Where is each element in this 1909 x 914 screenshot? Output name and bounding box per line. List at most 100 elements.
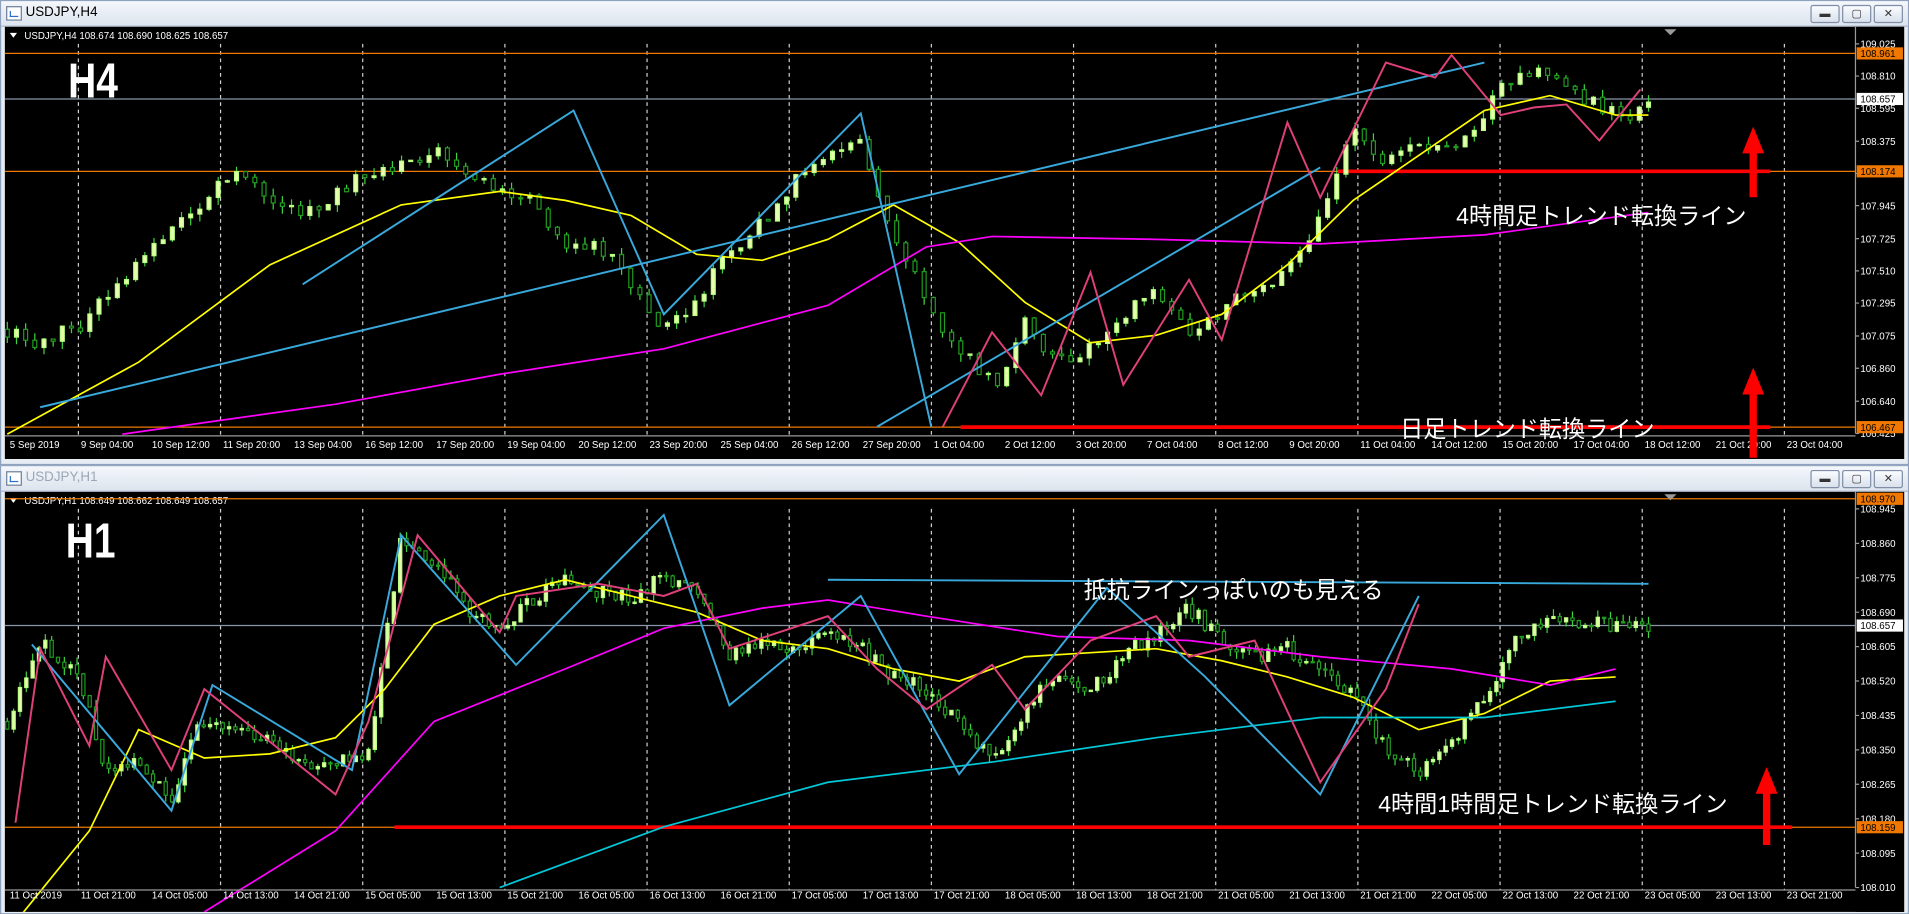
ma-fast-line xyxy=(20,578,1616,914)
candle xyxy=(1444,145,1450,148)
time-tick-label: 18 Oct 21:00 xyxy=(1147,891,1203,902)
candle xyxy=(59,325,65,342)
candle xyxy=(1123,317,1129,324)
time-tick-label: 16 Oct 21:00 xyxy=(721,891,777,902)
price-tick-label: 108.810 xyxy=(1860,72,1896,83)
candle xyxy=(1576,620,1581,629)
candle xyxy=(1499,82,1505,97)
candle xyxy=(822,632,827,635)
candle xyxy=(564,234,570,249)
candle xyxy=(756,218,762,237)
candle xyxy=(993,753,999,756)
candle xyxy=(150,773,156,783)
candle xyxy=(41,338,47,349)
terminal-workspace: USDJPY,H4 ▬ ▢ ✕ USDJPY,H4 108.674 108.69… xyxy=(0,0,1909,914)
candle xyxy=(1202,609,1208,632)
candle xyxy=(17,686,23,712)
annotation-text: 抵抗ラインっぽいのも見える xyxy=(1084,577,1384,603)
candle xyxy=(201,724,206,728)
candle xyxy=(1430,758,1436,763)
candle xyxy=(1132,300,1138,320)
candle xyxy=(353,174,359,193)
candle xyxy=(1572,85,1578,91)
maximize-button[interactable]: ▢ xyxy=(1842,469,1872,489)
candle xyxy=(1354,687,1360,698)
candle xyxy=(1411,757,1417,772)
candle xyxy=(921,271,927,299)
candle xyxy=(1139,639,1144,651)
price-tick-label: 108.375 xyxy=(1860,137,1895,148)
candle xyxy=(1221,630,1227,646)
candle xyxy=(1101,676,1106,684)
candle xyxy=(359,755,365,761)
candle xyxy=(1315,216,1321,242)
candle xyxy=(848,142,854,151)
red-arrow-icon xyxy=(1742,126,1765,198)
candle xyxy=(524,598,530,606)
candle xyxy=(1544,617,1550,628)
candle xyxy=(5,720,10,730)
candle xyxy=(1068,355,1074,363)
candle xyxy=(1177,612,1182,626)
candle xyxy=(68,325,75,329)
close-button[interactable]: ✕ xyxy=(1873,469,1903,489)
candle xyxy=(1063,675,1068,680)
candle xyxy=(1380,153,1386,165)
candle xyxy=(429,559,435,566)
maximize-button[interactable]: ▢ xyxy=(1842,4,1872,24)
candle xyxy=(226,726,232,730)
window-titlebar[interactable]: USDJPY,H1 ▬ ▢ ✕ xyxy=(1,466,1908,492)
close-button[interactable]: ✕ xyxy=(1873,4,1903,24)
candle xyxy=(609,253,615,257)
candle xyxy=(1171,624,1176,630)
candle xyxy=(1260,284,1266,293)
time-tick-label: 18 Oct 13:00 xyxy=(1076,891,1132,902)
price-tick-label: 108.095 xyxy=(1860,849,1895,860)
candle xyxy=(224,180,230,183)
chart-area[interactable]: USDJPY,H1 108.649 108.662 108.649 108.65… xyxy=(4,491,1905,914)
candle xyxy=(23,328,29,341)
candle xyxy=(1551,615,1556,620)
candle xyxy=(1114,660,1119,679)
price-chart-h1[interactable]: USDJPY,H1 108.649 108.662 108.649 108.65… xyxy=(4,491,1905,914)
time-tick-label: 14 Oct 13:00 xyxy=(223,891,279,902)
candle xyxy=(463,165,469,175)
candle xyxy=(1141,297,1147,302)
candle xyxy=(1370,140,1376,155)
minimize-button[interactable]: ▬ xyxy=(1810,4,1840,24)
candle xyxy=(233,171,240,182)
candle xyxy=(974,734,980,749)
candle xyxy=(197,208,203,215)
candle xyxy=(371,175,377,179)
time-tick-label: 16 Oct 05:00 xyxy=(578,891,634,902)
candle xyxy=(958,340,964,355)
candle xyxy=(1006,740,1011,752)
candle xyxy=(1342,685,1347,693)
candle xyxy=(24,677,29,689)
candle xyxy=(436,564,441,567)
candle xyxy=(1316,661,1322,670)
time-tick-label: 20 Sep 12:00 xyxy=(578,440,637,451)
minimize-button[interactable]: ▬ xyxy=(1810,469,1840,489)
candle xyxy=(710,268,716,295)
candle xyxy=(1399,758,1404,761)
candle xyxy=(1114,322,1120,333)
candle xyxy=(967,353,973,356)
candle xyxy=(637,287,643,296)
candle xyxy=(657,575,663,578)
candle xyxy=(683,314,689,318)
candle xyxy=(512,621,517,627)
candle xyxy=(1076,681,1081,689)
candle xyxy=(835,631,840,640)
candle xyxy=(123,278,130,285)
time-tick-label: 1 Oct 04:00 xyxy=(934,440,985,451)
chart-area[interactable]: USDJPY,H4 108.674 108.690 108.625 108.65… xyxy=(4,26,1905,461)
candle xyxy=(96,298,102,315)
candle xyxy=(892,670,897,679)
window-titlebar[interactable]: USDJPY,H4 ▬ ▢ ✕ xyxy=(1,1,1908,27)
candle xyxy=(857,138,863,144)
candle xyxy=(670,575,675,588)
price-chart-h4[interactable]: USDJPY,H4 108.674 108.690 108.625 108.65… xyxy=(4,26,1905,461)
candle xyxy=(444,147,450,161)
candle xyxy=(78,327,84,332)
